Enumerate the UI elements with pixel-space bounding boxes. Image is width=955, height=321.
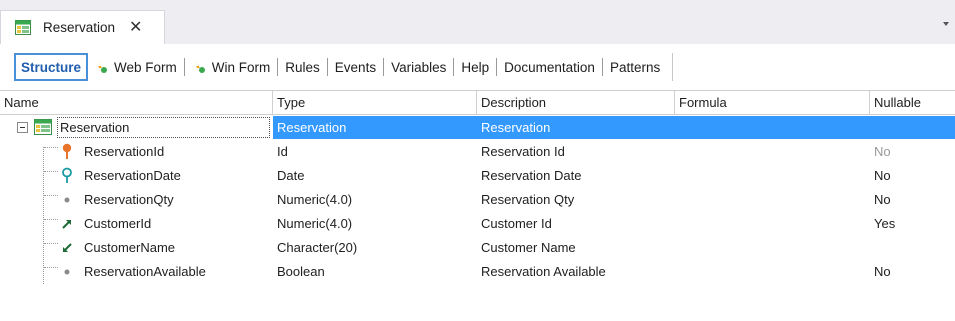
attribute-type: Character(20) <box>277 240 358 255</box>
attribute-description: Customer Id <box>481 216 552 231</box>
dot-icon <box>64 269 70 275</box>
win-form-icon <box>194 60 205 74</box>
table-row[interactable]: ReservationDate Date Reservation Date No <box>0 164 955 187</box>
attribute-type: Numeric(4.0) <box>277 216 353 231</box>
column-header-name[interactable]: Name <box>0 91 273 115</box>
attribute-type: Date <box>277 168 305 183</box>
inferred-icon <box>63 243 72 252</box>
attribute-type: Boolean <box>277 264 325 279</box>
attribute-name: ReservationQty <box>84 192 174 207</box>
document-tab-strip: Reservation ✕ <box>0 0 955 44</box>
table-row-root[interactable]: Reservation Reservation Reservation <box>0 116 955 139</box>
attribute-description: Reservation Available <box>481 264 606 279</box>
tab-web-form-label: Web Form <box>114 59 177 75</box>
separator <box>496 58 498 76</box>
tab-patterns[interactable]: Patterns <box>604 52 666 82</box>
table-row[interactable]: CustomerName Character(20) Customer Name <box>0 236 955 259</box>
tab-rules[interactable]: Rules <box>279 52 326 82</box>
table-icon <box>15 20 31 35</box>
attribute-nullable[interactable]: No <box>874 140 891 163</box>
separator <box>453 58 455 76</box>
separator <box>601 58 603 76</box>
separator <box>672 53 674 81</box>
table-row[interactable]: ReservationId Id Reservation Id No <box>0 140 955 163</box>
attribute-name: ReservationAvailable <box>84 264 206 279</box>
attribute-description: Reservation Qty <box>481 192 575 207</box>
attribute-name: CustomerId <box>84 216 152 231</box>
tab-events[interactable]: Events <box>329 52 382 82</box>
dot-icon <box>64 197 70 203</box>
tab-help-label: Help <box>461 59 490 75</box>
root-name: Reservation <box>60 120 130 135</box>
tab-events-label: Events <box>334 59 377 75</box>
root-description: Reservation <box>481 120 551 135</box>
tab-structure-label: Structure <box>21 59 82 75</box>
attribute-type: Id <box>277 144 288 159</box>
tab-variables[interactable]: Variables <box>385 52 452 82</box>
attribute-type: Numeric(4.0) <box>277 192 353 207</box>
tab-web-form[interactable]: Web Form <box>88 52 183 82</box>
tab-reservation[interactable]: Reservation ✕ <box>0 10 165 44</box>
separator <box>326 58 328 76</box>
table-row[interactable]: CustomerId Numeric(4.0) Customer Id Yes <box>0 212 955 235</box>
structure-grid: Name Type Description Formula Nullable R… <box>0 90 955 321</box>
column-header-formula[interactable]: Formula <box>675 91 870 115</box>
table-row[interactable]: ReservationQty Numeric(4.0) Reservation … <box>0 188 955 211</box>
column-header-description[interactable]: Description <box>477 91 675 115</box>
tab-win-form[interactable]: Win Form <box>186 52 277 82</box>
tab-patterns-label: Patterns <box>609 59 661 75</box>
tab-title: Reservation <box>43 20 116 35</box>
root-type: Reservation <box>277 120 347 135</box>
separator <box>277 58 279 76</box>
separator <box>183 58 185 76</box>
transaction-editor: Reservation ✕ Structure Web Form Win For… <box>0 0 955 321</box>
transaction-icon <box>34 119 52 135</box>
attribute-description: Customer Name <box>481 240 576 255</box>
tab-win-form-label: Win Form <box>211 59 271 75</box>
attribute-description: Reservation Date <box>481 168 582 183</box>
tab-documentation-label: Documentation <box>504 59 595 75</box>
tab-help[interactable]: Help <box>455 52 495 82</box>
close-icon[interactable]: ✕ <box>129 19 142 36</box>
attribute-nullable[interactable]: No <box>874 188 891 211</box>
attribute-nullable[interactable]: Yes <box>874 212 895 235</box>
tab-structure[interactable]: Structure <box>14 53 89 81</box>
attribute-description: Reservation Id <box>481 144 565 159</box>
column-header-type[interactable]: Type <box>273 91 477 115</box>
attribute-nullable[interactable]: No <box>874 260 891 283</box>
tab-documentation[interactable]: Documentation <box>498 52 601 82</box>
table-row[interactable]: ReservationAvailable Boolean Reservation… <box>0 260 955 283</box>
search-key-icon <box>62 167 72 183</box>
grid-header: Name Type Description Formula Nullable <box>0 90 955 115</box>
chevron-down-icon[interactable] <box>943 22 949 26</box>
foreign-key-icon <box>62 220 71 229</box>
row-selection <box>273 116 955 139</box>
part-tabs: Structure Web Form Win Form Rules Events <box>0 44 955 90</box>
tab-variables-label: Variables <box>391 59 447 75</box>
collapse-toggle-icon[interactable] <box>17 122 28 133</box>
column-header-nullable[interactable]: Nullable <box>870 91 955 115</box>
key-icon <box>62 143 72 159</box>
separator <box>383 58 385 76</box>
attribute-name: ReservationDate <box>84 168 181 183</box>
web-form-icon <box>97 60 108 74</box>
tab-rules-label: Rules <box>285 59 320 75</box>
attribute-name: ReservationId <box>84 144 165 159</box>
attribute-nullable[interactable]: No <box>874 164 891 187</box>
attribute-name: CustomerName <box>84 240 176 255</box>
